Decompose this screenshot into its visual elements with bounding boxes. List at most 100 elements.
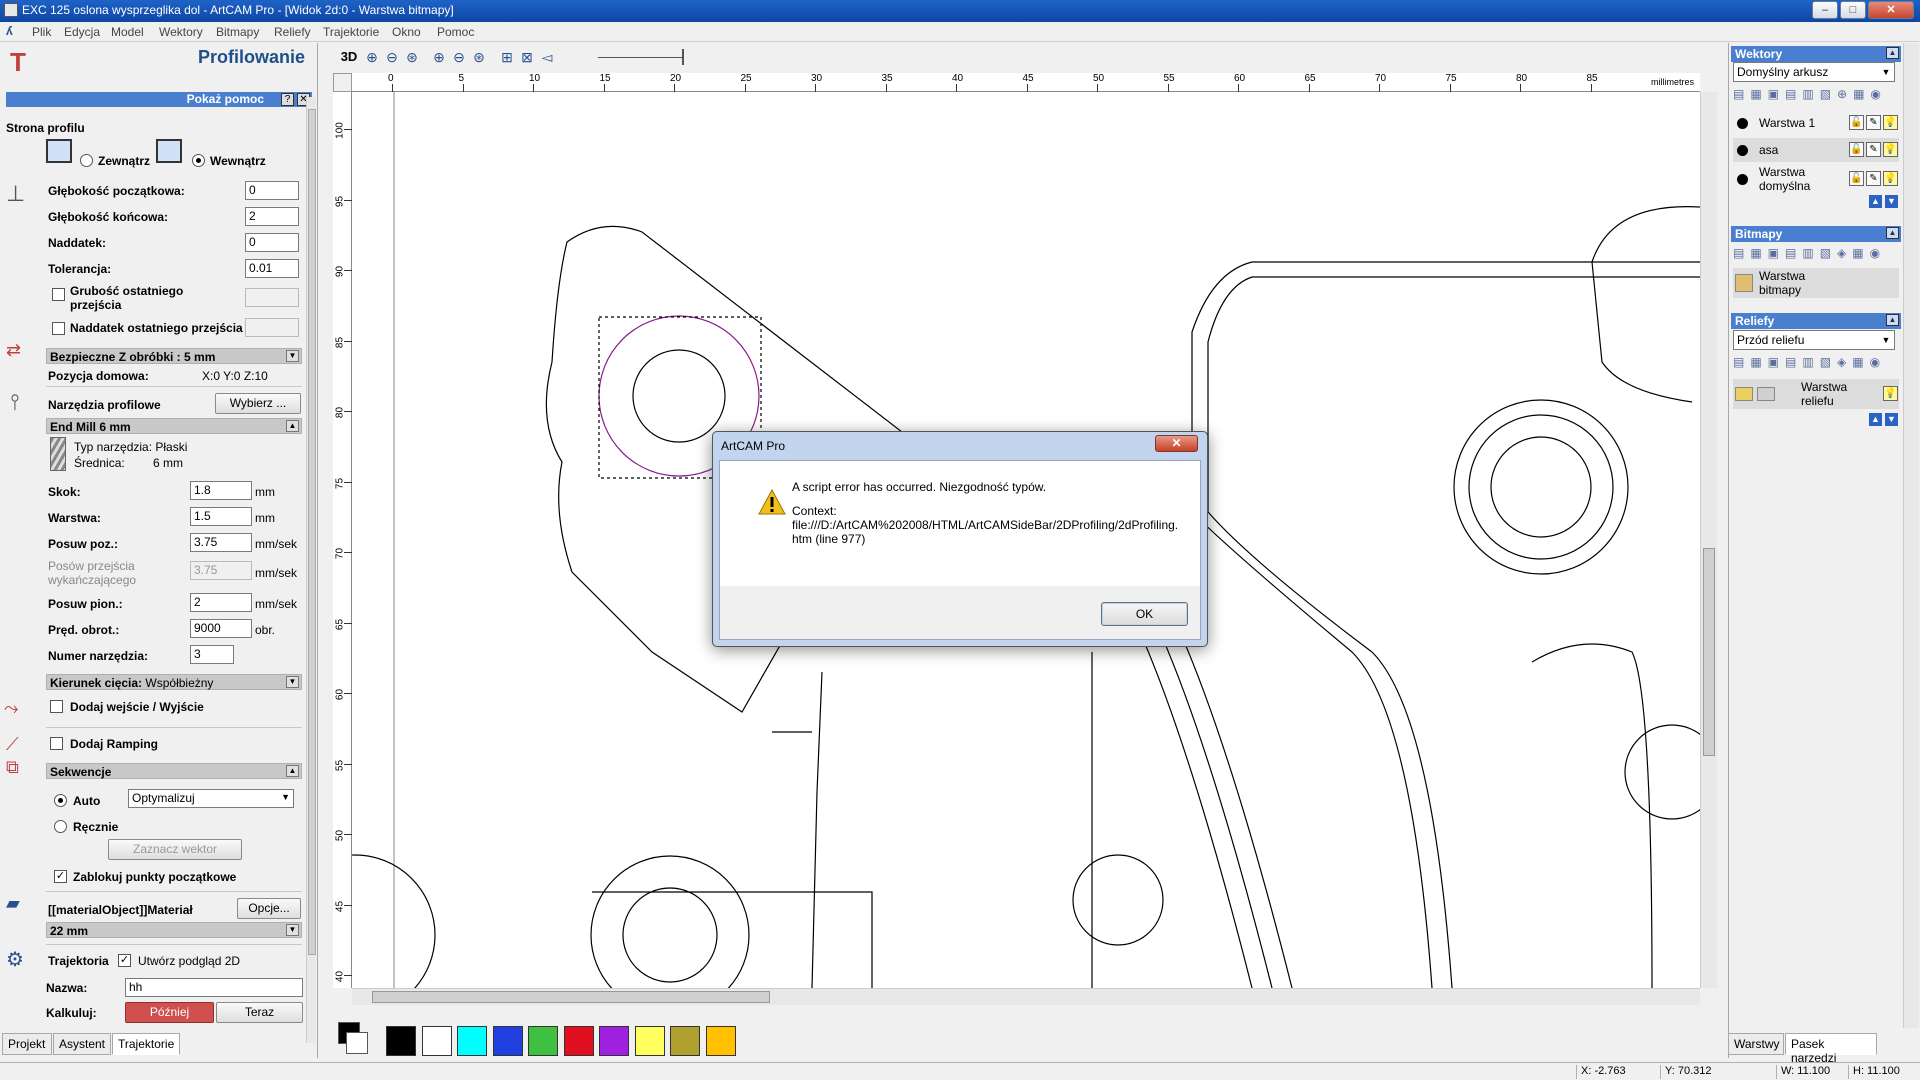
tool-section[interactable]: End Mill 6 mm ▲ [46,418,302,434]
inside-radio[interactable] [192,154,205,167]
relief-layer-toolbar[interactable]: ▤▦▣▤▥▧◈▦◉ [1733,355,1886,373]
right-panel-scrollbar[interactable] [1903,43,1919,1028]
menu-reliefs[interactable]: Reliefy [274,25,311,39]
move-layer-down-icon[interactable]: ▼ [1885,413,1898,426]
chevron-down-icon[interactable]: ▼ [286,924,299,936]
cut-direction-section[interactable]: Kierunek cięcia: Współbieżny ▼ [46,674,302,690]
lock-icon[interactable]: 🔓 [1849,115,1864,130]
panel-scrollbar-thumb[interactable] [308,109,316,955]
bitmap-layer-row[interactable]: Warstwa bitmapy [1733,268,1899,298]
allowance-field[interactable]: 0 [245,233,299,252]
visibility-bulb-icon[interactable]: 💡 [1883,142,1898,157]
chevron-up-icon[interactable]: ▲ [1886,314,1899,326]
vector-layer-row[interactable]: asa 🔓 ✎ 💡 [1733,138,1899,162]
relief-layer-row[interactable]: Warstwa reliefu 💡 [1733,379,1899,409]
preview-2d-checkbox[interactable]: ✓ [118,954,131,967]
panel-scrollbar[interactable] [306,97,316,1043]
color-swatch[interactable] [528,1026,558,1056]
calculate-now-button[interactable]: Teraz [216,1002,303,1023]
close-window-button[interactable]: ✕ [1868,1,1914,19]
horizontal-scrollbar-thumb[interactable] [372,991,770,1003]
maximize-button[interactable]: □ [1840,1,1866,19]
inside-profile-icon[interactable] [156,139,182,163]
color-swatch[interactable] [634,1026,665,1056]
calculate-later-button[interactable]: Później [125,1002,214,1023]
last-pass-allowance-field[interactable] [245,318,299,337]
minimize-button[interactable]: – [1812,1,1838,19]
slider-track[interactable] [598,57,682,58]
safe-z-section[interactable]: Bezpieczne Z obróbki : 5 mm ▼ [46,348,302,364]
select-vector-button[interactable]: Zaznacz wektor [108,839,242,860]
color-swatch[interactable] [563,1026,594,1056]
menu-bitmaps[interactable]: Bitmapy [216,25,259,39]
snap-grid-icon[interactable]: ⊞ [498,48,516,66]
menu-window[interactable]: Okno [392,25,421,39]
secondary-color-swatch[interactable] [346,1032,368,1054]
vector-sheet-select[interactable]: Domyślny arkusz ▼ [1733,62,1895,82]
zoom-out-icon[interactable]: ⊖ [383,48,401,66]
lock-start-points-checkbox[interactable]: ✓ [54,870,67,883]
color-swatch[interactable] [492,1026,523,1056]
vertical-scrollbar-thumb[interactable] [1703,548,1715,756]
menu-vectors[interactable]: Wektory [159,25,203,39]
tab-layers[interactable]: Warstwy [1728,1033,1784,1055]
feed-field[interactable]: 3.75 [190,533,252,552]
menu-help[interactable]: Pomoc [437,25,474,39]
color-swatch[interactable] [599,1026,629,1056]
tab-assistant[interactable]: Asystent [53,1033,111,1055]
chevron-down-icon[interactable]: ▼ [286,676,299,688]
relief-view-select[interactable]: Przód reliefu ▼ [1733,330,1895,350]
vector-layer-row[interactable]: Warstwa 1 🔓 ✎ 💡 [1733,111,1899,135]
ok-button[interactable]: OK [1101,602,1188,626]
visibility-bulb-icon[interactable]: 💡 [1883,171,1898,186]
dialog-close-button[interactable]: ✕ [1155,435,1198,452]
plunge-field[interactable]: 2 [190,593,252,612]
slider-thumb[interactable] [682,49,684,65]
last-pass-allowance-checkbox[interactable] [52,322,65,335]
outside-radio[interactable] [80,154,93,167]
show-help-link[interactable]: Pokaż pomoc [187,92,264,106]
zoom-in-icon[interactable]: ⊕ [363,48,381,66]
help-icon[interactable]: ? [281,93,294,106]
tab-toolpaths[interactable]: Trajektorie [112,1033,180,1055]
reliefs-header[interactable]: Reliefy ▲ [1731,313,1901,329]
last-pass-thickness-checkbox[interactable] [52,288,65,301]
chevron-up-icon[interactable]: ▲ [1886,227,1899,239]
color-swatch[interactable] [670,1026,700,1056]
toolpath-name-field[interactable]: hh [125,978,303,997]
vector-layer-toolbar[interactable]: ▤▦▣▤▥▧⊕▦◉ [1733,87,1887,105]
move-layer-up-icon[interactable]: ▲ [1869,413,1882,426]
sequence-section[interactable]: Sekwencje ▲ [46,763,302,779]
vectors-header[interactable]: Wektory ▲ [1731,46,1901,62]
zoom-all-icon[interactable]: ⊛ [470,48,488,66]
color-swatch[interactable] [421,1026,452,1056]
last-pass-thickness-field[interactable] [245,288,299,307]
material-options-button[interactable]: Opcje... [237,898,301,919]
lock-icon[interactable]: 🔓 [1849,171,1864,186]
canvas-vertical-scrollbar[interactable] [1700,92,1717,988]
stepdown-field[interactable]: 1.5 [190,507,252,526]
tab-project[interactable]: Projekt [2,1033,52,1055]
material-thickness-section[interactable]: 22 mm ▼ [46,922,302,938]
tolerance-field[interactable]: 0.01 [245,259,299,278]
stepover-field[interactable]: 1.8 [190,481,252,500]
spindle-field[interactable]: 9000 [190,619,252,638]
menu-model[interactable]: Model [111,25,144,39]
chevron-up-icon[interactable]: ▲ [286,765,299,777]
edit-icon[interactable]: ✎ [1866,142,1881,157]
edit-icon[interactable]: ✎ [1866,171,1881,186]
tool-number-field[interactable]: 3 [190,645,234,664]
zoom-previous-icon[interactable]: ⊕ [430,48,448,66]
view-3d-button[interactable]: 3D [338,48,360,66]
bitmap-layer-toolbar[interactable]: ▤▦▣▤▥▧◈▦◉ [1733,246,1886,264]
visibility-bulb-icon[interactable]: 💡 [1883,386,1898,401]
vector-layer-row[interactable]: Warstwa domyślna 🔓 ✎ 💡 [1733,164,1899,194]
undo-view-icon[interactable]: ◅ [538,48,556,66]
manual-radio[interactable] [54,820,67,833]
menu-edit[interactable]: Edycja [64,25,100,39]
edit-icon[interactable]: ✎ [1866,115,1881,130]
canvas-horizontal-scrollbar[interactable] [352,988,1700,1005]
menu-file[interactable]: Plik [32,25,51,39]
zoom-fit-icon[interactable]: ⊛ [403,48,421,66]
color-swatch[interactable] [386,1026,416,1056]
